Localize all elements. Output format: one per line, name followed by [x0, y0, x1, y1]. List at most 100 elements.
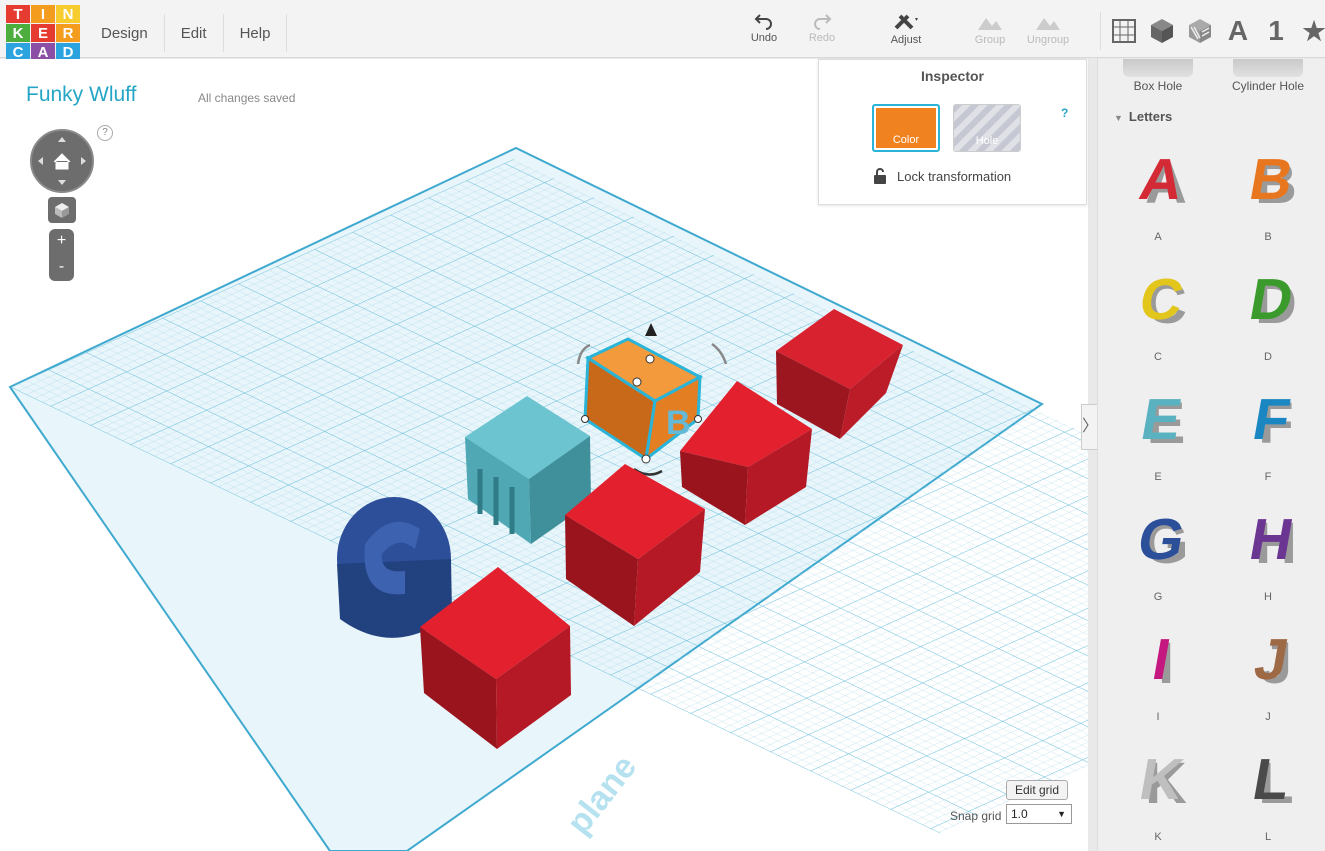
redo-label: Redo: [808, 32, 836, 44]
letter-thumbnail: LL: [1218, 735, 1318, 831]
ungroup-button[interactable]: Ungroup: [1018, 12, 1078, 46]
letter-thumbnail: EE: [1108, 375, 1208, 471]
svg-text:B: B: [666, 404, 691, 442]
adjust-label: Adjust: [890, 34, 922, 46]
letter-label: K: [1154, 831, 1162, 843]
menu-help[interactable]: Help: [224, 14, 288, 52]
letter-shape-g[interactable]: GGG: [1108, 495, 1208, 603]
letter-shape-c[interactable]: CCC: [1108, 255, 1208, 363]
undo-icon: [754, 14, 772, 30]
letter-label: D: [1264, 351, 1272, 363]
snap-grid-value: 1.0: [1011, 807, 1028, 821]
group-label: Group: [974, 34, 1006, 46]
grid-icon[interactable]: [1111, 16, 1137, 46]
letter-shape-e[interactable]: EEE: [1108, 375, 1208, 483]
letter-shape-i[interactable]: III: [1108, 615, 1208, 723]
letter-thumbnail: GG: [1108, 495, 1208, 591]
letter-label: J: [1265, 711, 1271, 723]
view-help-button[interactable]: ?: [97, 125, 113, 141]
logo-tile: E: [31, 24, 55, 42]
letter-shape-h[interactable]: HHH: [1218, 495, 1318, 603]
letter-label: A: [1154, 231, 1162, 243]
zoom-control: + -: [49, 229, 74, 281]
lock-transformation-toggle[interactable]: Lock transformation: [873, 168, 1011, 184]
zoom-out-button[interactable]: -: [49, 255, 74, 281]
letter-shape-a[interactable]: AAA: [1108, 135, 1208, 243]
color-label: Color: [892, 134, 920, 146]
letter-shape-d[interactable]: DDD: [1218, 255, 1318, 363]
cylinder-hole-item[interactable]: Cylinder Hole: [1218, 59, 1318, 93]
logo-tile: R: [56, 24, 80, 42]
hole-button[interactable]: Hole: [953, 104, 1021, 152]
workplane-label: plane: [560, 748, 645, 841]
letter-thumbnail: HH: [1218, 495, 1318, 591]
letter-shape-b[interactable]: BBB: [1218, 135, 1318, 243]
save-status: All changes saved: [198, 91, 296, 105]
letter-label: G: [1153, 591, 1163, 603]
star-icon[interactable]: ★: [1301, 16, 1325, 46]
menu-design[interactable]: Design: [85, 14, 165, 52]
tinkercad-logo[interactable]: TINKERCAD: [6, 5, 81, 65]
letters-tab[interactable]: A: [1225, 15, 1251, 46]
hole-cube-icon[interactable]: [1187, 16, 1213, 46]
cylinder-hole-label: Cylinder Hole: [1231, 79, 1305, 93]
redo-icon: [814, 14, 832, 30]
letter-thumbnail: DD: [1218, 255, 1318, 351]
undo-button[interactable]: Undo: [734, 12, 794, 44]
color-swatch-button[interactable]: Color: [872, 104, 940, 152]
home-icon[interactable]: [32, 131, 92, 191]
adjust-button[interactable]: Adjust: [876, 12, 936, 46]
snap-grid-label: Snap grid: [950, 809, 1002, 823]
logo-tile: I: [31, 5, 55, 23]
box-hole-item[interactable]: Box Hole: [1108, 59, 1208, 93]
letters-category-header[interactable]: ▼ Letters: [1114, 109, 1172, 124]
main-menu: Design Edit Help: [85, 14, 288, 52]
letter-label: B: [1264, 231, 1272, 243]
top-bar: TINKERCAD Design Edit Help Undo Redo Adj…: [0, 0, 1325, 61]
letter-label: I: [1156, 711, 1160, 723]
inspector-help-button[interactable]: ?: [1061, 106, 1068, 120]
letter-label: L: [1264, 831, 1272, 843]
letter-label: C: [1154, 351, 1162, 363]
undo-label: Undo: [750, 32, 778, 44]
group-button[interactable]: Group: [960, 12, 1020, 46]
letter-shape-f[interactable]: FFF: [1218, 375, 1318, 483]
hole-label: Hole: [975, 135, 999, 147]
edit-grid-button[interactable]: Edit grid: [1006, 780, 1069, 800]
numbers-tab[interactable]: 1: [1263, 15, 1289, 46]
letter-shape-l[interactable]: LLL: [1218, 735, 1318, 843]
shape-category-tabs: A 1 ★: [1100, 12, 1325, 50]
orbit-control[interactable]: [30, 129, 94, 193]
zoom-in-button[interactable]: +: [49, 229, 74, 255]
logo-tile: K: [6, 24, 30, 42]
box-hole-label: Box Hole: [1133, 79, 1183, 93]
logo-tile: N: [56, 5, 80, 23]
box-hole-thumbnail: [1123, 59, 1193, 77]
letter-label: H: [1264, 591, 1272, 603]
cylinder-hole-thumbnail: [1233, 59, 1303, 77]
fit-view-cube-icon[interactable]: [48, 197, 76, 223]
letter-shape-j[interactable]: JJJ: [1218, 615, 1318, 723]
lock-label: Lock transformation: [897, 168, 1012, 184]
project-title[interactable]: Funky Wluff: [26, 83, 136, 107]
collapse-panel-button[interactable]: 〉: [1081, 404, 1099, 450]
inspector-title: Inspector: [920, 68, 984, 84]
ungroup-icon: [1036, 18, 1060, 30]
letter-thumbnail: BB: [1218, 135, 1318, 231]
letter-label: F: [1264, 471, 1272, 483]
snap-grid-select[interactable]: 1.0 ▼: [1006, 804, 1072, 824]
chevron-right-icon: 〉: [1082, 418, 1099, 435]
menu-edit[interactable]: Edit: [165, 14, 224, 52]
group-icon: [978, 18, 1002, 30]
letter-thumbnail: JJ: [1218, 615, 1318, 711]
letter-label: E: [1154, 471, 1162, 483]
cube-icon[interactable]: [1149, 16, 1175, 46]
ungroup-label: Ungroup: [1026, 34, 1070, 46]
letter-thumbnail: AA: [1108, 135, 1208, 231]
letter-thumbnail: FF: [1218, 375, 1318, 471]
redo-button[interactable]: Redo: [792, 12, 852, 44]
letter-shape-k[interactable]: KKK: [1108, 735, 1208, 843]
letter-thumbnail: II: [1108, 615, 1208, 711]
adjust-icon: [894, 14, 918, 30]
inspector-panel: Inspector Color Hole ? Lock transformati…: [818, 59, 1087, 205]
